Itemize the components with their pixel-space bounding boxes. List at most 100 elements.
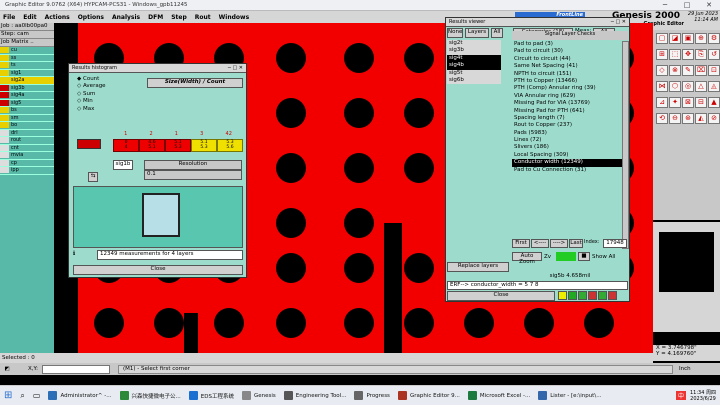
category-item[interactable]: NPTH to circuit (151) — [512, 71, 622, 78]
layer-item[interactable]: sig4a — [0, 92, 54, 100]
last-button[interactable]: Last — [569, 239, 583, 248]
category-item[interactable]: VIA Annular ring (629) — [512, 93, 622, 100]
layer-item[interactable]: cu — [0, 47, 54, 55]
taskbar-app[interactable]: Lister - [e:\input\... — [534, 387, 605, 405]
units-label[interactable]: Inch — [679, 366, 691, 372]
task-view-icon[interactable]: ▭ — [29, 387, 45, 405]
tool-button-icon[interactable]: ⋈ — [656, 81, 668, 92]
category-item[interactable]: PTH (Comp) Annular ring (39) — [512, 85, 622, 92]
histogram-layer-field[interactable]: sig1b — [113, 160, 133, 170]
cross-all-icon[interactable] — [608, 291, 617, 300]
category-scrollbar[interactable] — [622, 41, 629, 249]
check-icon[interactable] — [578, 291, 587, 300]
category-item[interactable]: PTH to Copper (13466) — [512, 78, 622, 85]
category-item[interactable]: Pad to Cu Connection (31) — [512, 167, 622, 174]
menu-options[interactable]: Options — [78, 14, 104, 21]
option-average[interactable]: ◇ Average — [75, 83, 115, 90]
cross-icon[interactable] — [588, 291, 597, 300]
option-sum[interactable]: ◇ Sum — [75, 91, 115, 98]
category-item[interactable]: Local Spacing (309) — [512, 152, 622, 159]
tool-button-icon[interactable]: ↺ — [708, 49, 720, 60]
option-count[interactable]: ◆ Count — [75, 76, 115, 83]
layer-item[interactable]: drl — [0, 129, 54, 137]
tool-button-icon[interactable]: ⊿ — [656, 97, 668, 108]
taskbar-app[interactable]: Microsoft Excel -... — [464, 387, 534, 405]
show-all-toggle[interactable]: Show All — [592, 254, 615, 260]
first-button[interactable]: First — [512, 239, 530, 248]
lamp-icon[interactable] — [558, 291, 567, 300]
job-matrix-button[interactable]: Job Matrix .. — [0, 39, 54, 47]
layer-item[interactable]: bs — [0, 107, 54, 115]
ime-icon[interactable]: 中 — [675, 391, 686, 400]
tool-button-icon[interactable]: ⊛ — [682, 113, 694, 124]
menu-windows[interactable]: Windows — [219, 14, 249, 21]
layer-item[interactable]: sig2a — [0, 77, 54, 85]
stop-icon[interactable]: ■ — [578, 252, 590, 261]
results-histogram-window[interactable]: Results histogram ─ □ ✕ ◆ Count ◇ Average… — [68, 63, 247, 278]
tab-none[interactable]: None — [447, 28, 463, 38]
histogram-bar[interactable]: 0 4 — [113, 139, 139, 152]
histogram-bar[interactable]: 5.3 5.6 — [217, 139, 243, 152]
category-item[interactable]: Rout to Copper (237) — [512, 122, 622, 129]
replace-layers-button[interactable]: Replace layers — [447, 262, 509, 272]
histogram-bar[interactable]: 4.6 5.1 — [139, 139, 165, 152]
layer-item[interactable]: sig1 — [0, 69, 54, 77]
category-item[interactable]: Same Net Spacing (41) — [512, 63, 622, 70]
tool-button-icon[interactable]: ✥ — [682, 49, 694, 60]
menu-dfm[interactable]: DFM — [148, 14, 163, 21]
category-item[interactable]: Pads (5983) — [512, 130, 622, 137]
tool-button-icon[interactable]: ✦ — [669, 97, 681, 108]
category-item[interactable]: Missing Pad for VIA (13769) — [512, 100, 622, 107]
layer-item[interactable]: ts — [0, 62, 54, 70]
next-button[interactable]: ----> — [550, 239, 568, 248]
taskbar-app[interactable]: Progress — [350, 387, 393, 405]
histogram-bar[interactable]: 5.1 5.3 — [165, 139, 191, 152]
tool-button-icon[interactable]: ◬ — [708, 81, 720, 92]
prev-button[interactable]: <---- — [531, 239, 549, 248]
category-item[interactable]: Pad to pad (3) — [512, 41, 622, 48]
minimap[interactable] — [653, 222, 720, 332]
menu-actions[interactable]: Actions — [45, 14, 70, 21]
layer-item[interactable]: sig3b — [0, 84, 54, 92]
tab-layers[interactable]: Layers — [465, 28, 489, 38]
tool-button-icon[interactable]: ⟲ — [656, 113, 668, 124]
taskbar-app[interactable]: Genesis — [238, 387, 280, 405]
layer-item[interactable]: cp — [0, 159, 54, 167]
menu-rout[interactable]: Rout — [195, 14, 211, 21]
tool-button-icon[interactable]: ⊠ — [682, 97, 694, 108]
zv-indicator[interactable] — [556, 252, 576, 261]
tool-button-icon[interactable]: ⊞ — [656, 49, 668, 60]
viewer-close-button[interactable]: Close — [447, 291, 555, 301]
tool-button-icon[interactable]: ▢ — [656, 33, 668, 44]
xy-input[interactable] — [42, 364, 110, 374]
tool-button-icon[interactable]: ⬡ — [669, 81, 681, 92]
layer-list-item[interactable]: sig4t — [447, 54, 501, 63]
layer-item[interactable]: sm — [0, 114, 54, 122]
tool-button-icon[interactable]: ⎘ — [695, 49, 707, 60]
category-item[interactable]: Missing Pad for PTH (641) — [512, 108, 622, 115]
tool-button-icon[interactable]: ◇ — [656, 65, 668, 76]
tool-button-icon[interactable]: ⊖ — [669, 113, 681, 124]
option-max[interactable]: ◇ Max — [75, 106, 115, 113]
layer-list-item[interactable]: sig2t — [447, 40, 501, 48]
tool-button-icon[interactable]: ⬚ — [669, 49, 681, 60]
category-item[interactable]: Lines (72) — [512, 137, 622, 144]
resolution-value[interactable]: 0.1 — [144, 170, 242, 180]
category-item[interactable]: Slivers (186) — [512, 144, 622, 151]
grid-icon[interactable] — [568, 291, 577, 300]
category-item[interactable]: Pad to circuit (30) — [512, 48, 622, 55]
layer-list-item[interactable]: sig6b — [447, 76, 501, 85]
menu-file[interactable]: File — [3, 14, 15, 21]
histogram-bars[interactable]: 0 4 4.6 5.1 5.1 5.3 5.1 5.3 5.3 5.6 — [113, 139, 243, 152]
layer-item[interactable]: ipp — [0, 167, 54, 175]
results-viewer-window[interactable]: Results viewer─ □ ✕ None Layers All Cate… — [445, 17, 630, 302]
tool-button-icon[interactable]: ▣ — [682, 33, 694, 44]
layer-item[interactable]: mvia — [0, 152, 54, 160]
histogram-tool-button[interactable]: ⇆ — [88, 172, 98, 182]
layer-list-item[interactable]: sig4b — [447, 62, 501, 70]
tool-button-icon[interactable]: ⌧ — [695, 65, 707, 76]
minimize-button[interactable]: ─ — [654, 1, 676, 9]
tool-button-icon[interactable]: ◭ — [695, 113, 707, 124]
tab-all[interactable]: All — [491, 28, 503, 38]
layer-item[interactable]: ss — [0, 54, 54, 62]
